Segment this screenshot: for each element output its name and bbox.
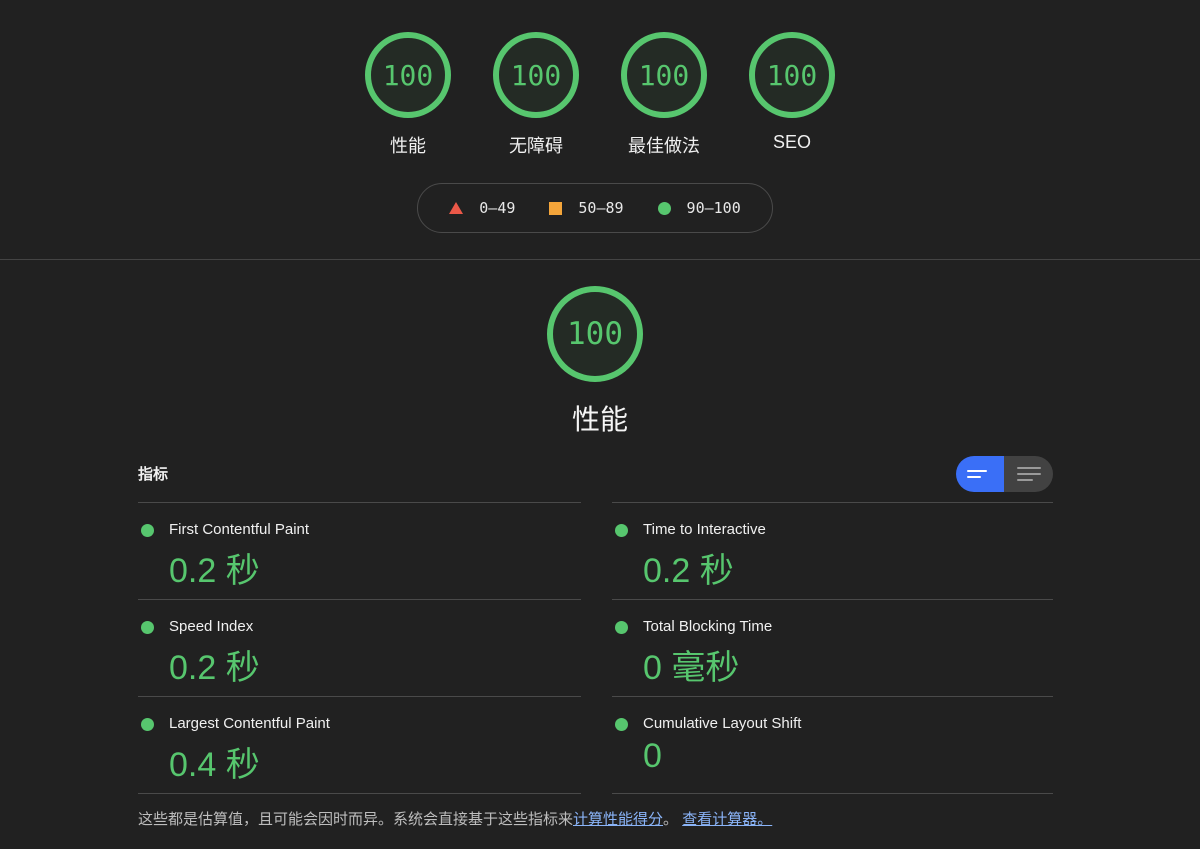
metric-title: Speed Index [169, 618, 254, 635]
metric-value: 0.2 秒 [169, 649, 260, 687]
score-gauge: 100 [365, 32, 451, 118]
pass-circle-icon [141, 718, 154, 731]
score-gauge: 100 [493, 32, 579, 118]
metric-cumulative-layout-shift: Cumulative Layout Shift 0 [612, 696, 1053, 794]
legend-average: 50–89 [549, 199, 624, 217]
circle-icon [657, 201, 671, 215]
gauge-label: 最佳做法 [628, 136, 700, 156]
metric-first-contentful-paint: First Contentful Paint 0.2 秒 [138, 502, 581, 599]
metric-value: 0.4 秒 [169, 746, 260, 784]
metric-title: Time to Interactive [643, 521, 766, 538]
metric-largest-contentful-paint: Largest Contentful Paint 0.4 秒 [138, 696, 581, 794]
pass-circle-icon [615, 621, 628, 634]
gauge-label: SEO [772, 132, 811, 152]
pass-circle-icon [141, 524, 154, 537]
legend-range: 90–100 [686, 199, 741, 217]
metric-total-blocking-time: Total Blocking Time 0 毫秒 [612, 599, 1053, 696]
score-scale-legend: 0–49 50–89 90–100 [417, 183, 773, 233]
legend-range: 50–89 [578, 199, 624, 217]
calculate-score-link[interactable]: 计算性能得分 [573, 811, 663, 828]
metrics-disclaimer: 这些都是估算值，且可能会因时而异。系统会直接基于这些指标来计算性能得分。 查看计… [138, 808, 772, 829]
metric-speed-index: Speed Index 0.2 秒 [138, 599, 581, 696]
legend-pass: 90–100 [657, 199, 741, 217]
disclaimer-text: 这些都是估算值，且可能会因时而异。系统会直接基于这些指标来 [138, 811, 574, 828]
summary-gauges: 100 性能 100 无障碍 100 最佳做法 100 SEO [0, 32, 1200, 158]
metric-title: Cumulative Layout Shift [643, 715, 802, 732]
metrics-grid: First Contentful Paint 0.2 秒 Time to Int… [138, 502, 1053, 794]
legend-range: 0–49 [479, 199, 516, 217]
metric-value: 0.2 秒 [643, 552, 734, 590]
pass-circle-icon [615, 718, 628, 731]
metrics-header: 指标 [138, 466, 169, 483]
legend-fail: 0–49 [449, 199, 515, 217]
lighthouse-report: 100 性能 100 无障碍 100 最佳做法 100 SEO 0–49 50–… [0, 0, 1200, 849]
metric-title: Total Blocking Time [643, 618, 773, 635]
section-divider [0, 259, 1200, 260]
gauge-label: 性能 [390, 136, 426, 156]
score-gauge: 100 [621, 32, 707, 118]
metric-time-to-interactive: Time to Interactive 0.2 秒 [612, 502, 1053, 599]
short-lines-icon-bar [967, 476, 981, 478]
category-score-gauge: 100 [547, 286, 643, 382]
lines-icon-bar [1016, 473, 1041, 475]
metric-title: First Contentful Paint [169, 521, 310, 538]
metrics-view-toggle[interactable] [956, 456, 1053, 492]
short-lines-icon [967, 470, 987, 472]
lines-icon-bar [1016, 479, 1033, 481]
compact-view-button[interactable] [956, 456, 1004, 492]
gauge-accessibility[interactable]: 100 无障碍 [472, 32, 600, 158]
pass-circle-icon [141, 621, 154, 634]
metric-value: 0 [643, 737, 662, 775]
lines-icon [1016, 467, 1041, 469]
metric-value: 0.2 秒 [169, 552, 260, 590]
square-icon [549, 201, 563, 215]
detailed-view-button[interactable] [1004, 456, 1053, 492]
gauge-best-practices[interactable]: 100 最佳做法 [600, 32, 728, 158]
gauge-performance[interactable]: 100 性能 [344, 32, 472, 158]
separator: 。 [663, 811, 679, 828]
metric-value: 0 毫秒 [643, 649, 740, 687]
metric-title: Largest Contentful Paint [169, 715, 330, 732]
pass-circle-icon [615, 524, 628, 537]
triangle-icon [449, 202, 464, 214]
view-calculator-link[interactable]: 查看计算器。 [682, 811, 772, 828]
gauge-label: 无障碍 [509, 136, 563, 156]
category-title: 性能 [571, 404, 628, 435]
score-gauge: 100 [749, 32, 835, 118]
gauge-seo[interactable]: 100 SEO [728, 32, 856, 158]
